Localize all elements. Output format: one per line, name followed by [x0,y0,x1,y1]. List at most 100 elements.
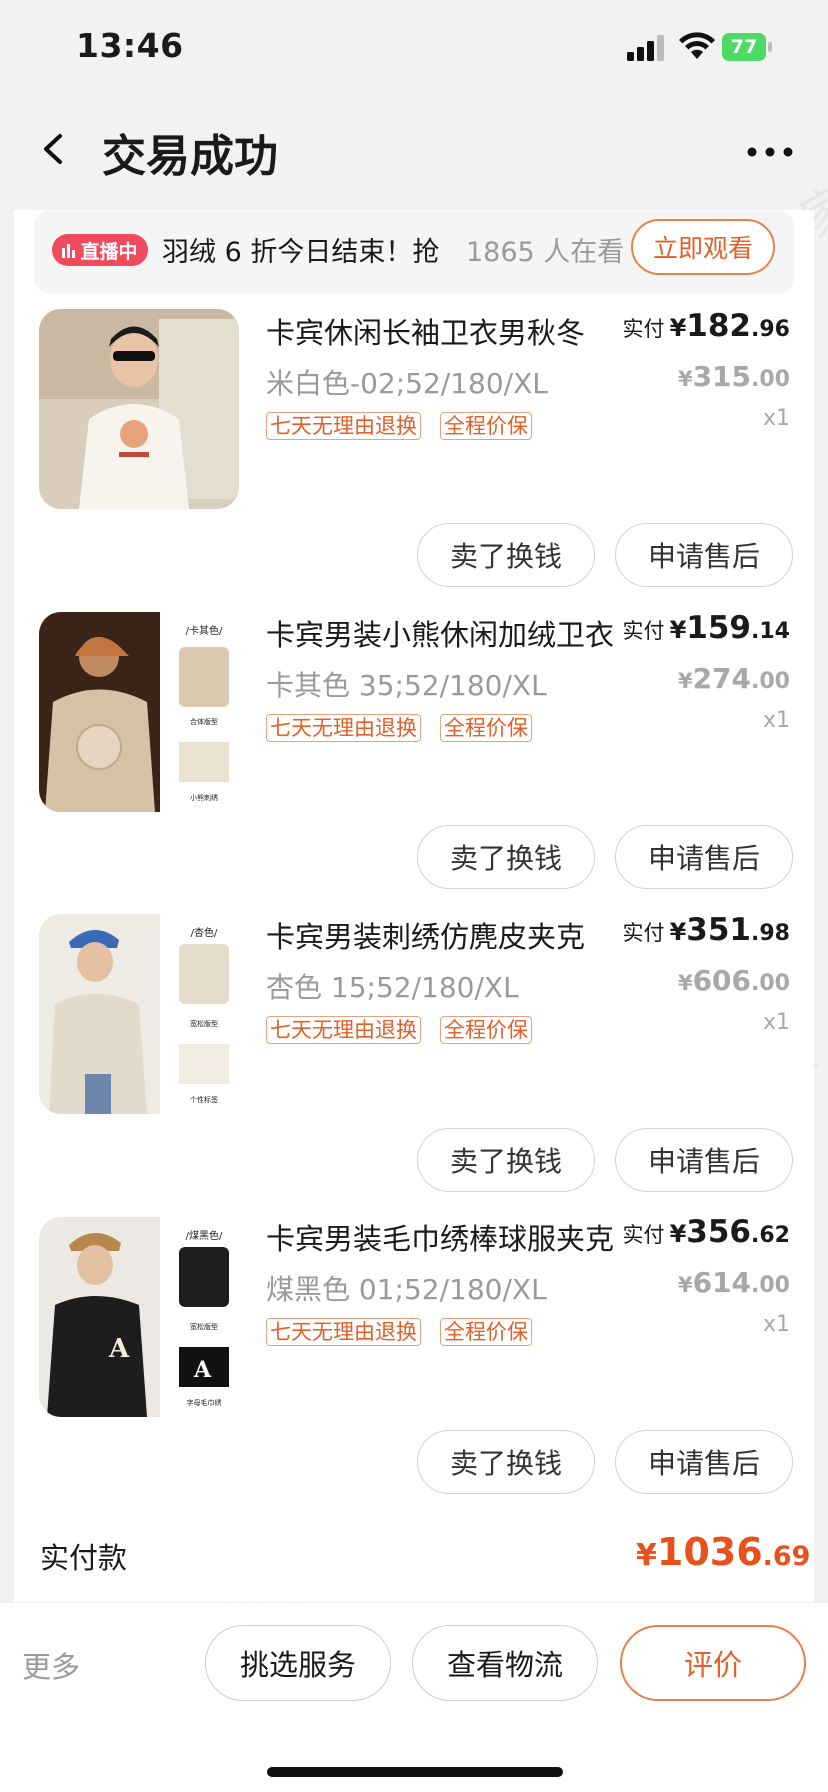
product-spec: 杏色 15;52/180/XL [266,971,519,1004]
product-thumbnail[interactable]: /卡其色/ 合体版型 小熊刺绣 [39,612,239,812]
original-price: ¥606.00 [678,964,790,997]
select-service-button[interactable]: 挑选服务 [205,1625,391,1701]
tag-seven-day-return: 七天无理由退换 [266,1318,421,1346]
sweatshirt-photo: /卡其色/ 合体版型 小熊刺绣 [39,612,239,812]
original-price: ¥315.00 [678,360,790,393]
thumb-caption-detail: 个性标签 [190,1095,218,1104]
total-paid-label: 实付款 [40,1541,128,1575]
product-title[interactable]: 卡宾男装毛巾绣棒球服夹克 [266,1216,616,1258]
paid-label: 实付 [622,1223,665,1247]
product-spec: 卡其色 35;52/180/XL [266,669,547,702]
back-arrow-icon[interactable] [30,124,80,174]
battery-level: 77 [730,36,758,58]
product-thumbnail[interactable]: A A /煤黑色/ 宽松版型 字母毛巾绣 [39,1217,239,1417]
paid-price: 实付 ¥356.62 [623,1214,791,1250]
orig-decimal: .00 [751,1273,790,1298]
yen-symbol: ¥ [669,918,687,946]
paid-price: 实付 ¥159.14 [623,610,791,646]
battery-icon: 77 [722,33,774,61]
quantity: x1 [762,708,790,733]
orig-integer: 614 [692,1266,752,1299]
thumb-caption-color: /煤黑色/ [186,1229,223,1242]
tag-seven-day-return: 七天无理由退换 [266,412,421,440]
watch-now-button[interactable]: 立即观看 [631,219,775,275]
more-link[interactable]: 更多 [22,1644,80,1686]
orig-decimal: .00 [751,669,790,694]
orig-decimal: .00 [751,367,790,392]
status-time: 13:46 [76,26,184,65]
live-bars-icon [62,244,76,258]
paid-decimal: .98 [751,921,790,946]
quantity: x1 [762,1312,790,1337]
sell-button[interactable]: 卖了换钱 [417,1430,595,1494]
paid-integer: 182 [686,308,752,344]
yen-symbol: ¥ [677,669,693,693]
original-price: ¥274.00 [678,662,790,695]
sell-button[interactable]: 卖了换钱 [417,825,595,889]
thumb-caption-color: /卡其色/ [186,624,223,637]
thumb-caption-fit: 宽松版型 [190,1322,218,1331]
paid-label: 实付 [622,317,665,341]
yen-symbol: ¥ [677,367,693,391]
product-thumbnail[interactable]: /杏色/ 宽松版型 个性标签 [39,914,239,1114]
sell-button[interactable]: 卖了换钱 [417,1128,595,1192]
review-button[interactable]: 评价 [620,1625,806,1701]
svg-text:A: A [108,1334,130,1364]
live-promo-text: 羽绒 6 折今日结束！抢 [162,237,440,268]
orig-integer: 274 [692,662,752,695]
total-integer: 1036 [656,1530,763,1574]
view-logistics-button[interactable]: 查看物流 [412,1625,598,1701]
product-spec: 煤黑色 01;52/180/XL [266,1273,547,1306]
after-sale-button[interactable]: 申请售后 [615,825,793,889]
original-price: ¥614.00 [678,1266,790,1299]
quantity: x1 [762,1010,790,1035]
yen-symbol: ¥ [636,1538,657,1573]
jacket-photo: /杏色/ 宽松版型 个性标签 [39,914,239,1114]
paid-integer: 356 [686,1214,752,1250]
after-sale-button[interactable]: 申请售后 [615,1430,793,1494]
yen-symbol: ¥ [669,616,687,644]
paid-decimal: .62 [751,1223,790,1248]
signal-icon [627,35,664,61]
paid-price: 实付 ¥351.98 [623,912,791,948]
after-sale-button[interactable]: 申请售后 [615,1128,793,1192]
sell-button[interactable]: 卖了换钱 [417,523,595,587]
paid-decimal: .96 [751,317,790,342]
quantity: x1 [762,406,790,431]
orig-integer: 606 [692,964,752,997]
paid-integer: 159 [686,610,752,646]
product-title[interactable]: 卡宾男装刺绣仿麂皮夹克 [266,914,616,956]
thumb-caption-fit: 合体版型 [190,717,218,726]
total-paid-amount: ¥1036.69 [636,1530,810,1574]
thumb-caption-detail: 小熊刺绣 [190,793,218,802]
after-sale-button[interactable]: 申请售后 [615,523,793,587]
orig-decimal: .00 [751,971,790,996]
tag-seven-day-return: 七天无理由退换 [266,1016,421,1044]
live-viewer-count: 1865 人在看 [466,237,625,268]
svg-text:A: A [193,1357,212,1383]
thumb-caption-color: /杏色/ [191,926,218,939]
more-options-icon[interactable] [742,130,798,170]
yen-symbol: ¥ [677,971,693,995]
thumb-caption-detail: 字母毛巾绣 [187,1398,222,1407]
tag-price-protect: 全程价保 [440,412,532,440]
orig-integer: 315 [692,360,752,393]
paid-label: 实付 [622,619,665,643]
home-indicator[interactable] [267,1767,563,1777]
paid-price: 实付 ¥182.96 [623,308,791,344]
live-badge: 直播中 [52,234,148,266]
live-badge-text: 直播中 [80,240,138,263]
paid-integer: 351 [686,912,752,948]
total-decimal: .69 [762,1541,811,1572]
product-thumbnail[interactable] [39,309,239,509]
tag-price-protect: 全程价保 [440,714,532,742]
thumb-caption-fit: 宽松版型 [190,1019,218,1028]
tag-price-protect: 全程价保 [440,1318,532,1346]
tag-price-protect: 全程价保 [440,1016,532,1044]
yen-symbol: ¥ [669,1220,687,1248]
baseball-jacket-photo: A A /煤黑色/ 宽松版型 字母毛巾绣 [39,1217,239,1417]
product-title[interactable]: 卡宾男装小熊休闲加绒卫衣 [266,612,616,654]
paid-decimal: .14 [751,619,790,644]
page-title: 交易成功 [102,131,278,182]
product-title[interactable]: 卡宾休闲长袖卫衣男秋冬 [266,310,616,352]
